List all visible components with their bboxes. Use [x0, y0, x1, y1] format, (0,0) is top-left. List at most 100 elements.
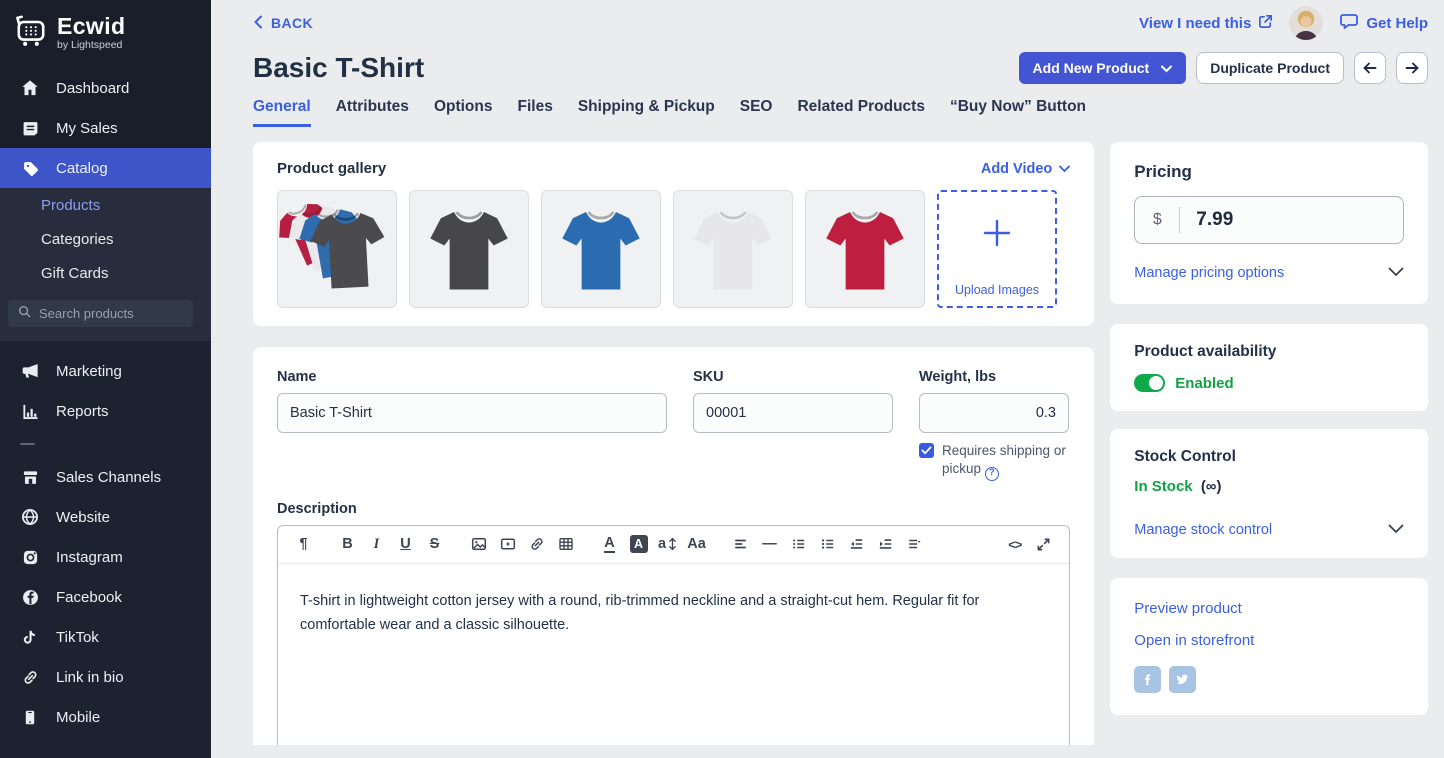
description-text[interactable]: T-shirt in lightweight cotton jersey wit…	[278, 564, 1069, 664]
sidebar-item-categories[interactable]: Categories	[0, 222, 211, 256]
sidebar-item-tiktok[interactable]: TikTok	[0, 617, 211, 657]
sidebar-item-products[interactable]: Products	[0, 188, 211, 222]
font-size-icon[interactable]: a	[654, 531, 681, 558]
insert-table-icon[interactable]	[552, 531, 579, 558]
line-spacing-icon[interactable]	[901, 531, 928, 558]
product-image-thumbnail[interactable]	[541, 190, 661, 308]
sidebar-item-link-in-bio[interactable]: Link in bio	[0, 657, 211, 697]
arrow-right-icon	[1404, 60, 1420, 76]
stock-title: Stock Control	[1134, 448, 1404, 466]
add-video-button[interactable]: Add Video	[981, 161, 1070, 177]
sidebar-item-instagram[interactable]: Instagram	[0, 537, 211, 577]
manage-pricing-options[interactable]: Manage pricing options	[1134, 264, 1404, 282]
get-help-link[interactable]: Get Help	[1339, 12, 1428, 35]
tab-seo[interactable]: SEO	[740, 98, 773, 127]
sku-input[interactable]	[693, 393, 893, 433]
ecwid-cart-icon	[14, 13, 48, 52]
bold-icon[interactable]: B	[334, 531, 361, 558]
requires-shipping-label: Requires shipping or pickup ?	[942, 442, 1069, 481]
highlight-color-icon[interactable]: A	[625, 531, 652, 558]
manage-stock-control[interactable]: Manage stock control	[1134, 521, 1404, 539]
sidebar-item-dashboard[interactable]: Dashboard	[0, 68, 211, 108]
chat-bubble-icon	[1339, 12, 1359, 35]
paragraph-icon[interactable]: ¶	[290, 531, 317, 558]
price-value: 7.99	[1180, 209, 1233, 231]
upload-images-dropzone[interactable]: Upload Images	[937, 190, 1057, 308]
description-label: Description	[277, 501, 1070, 517]
indent-icon[interactable]	[872, 531, 899, 558]
sku-label: SKU	[693, 369, 893, 385]
underline-icon[interactable]: U	[392, 531, 419, 558]
view-i-need-this-link[interactable]: View I need this	[1139, 14, 1273, 33]
font-color-icon[interactable]: A	[596, 531, 623, 558]
sidebar-item-sales-channels[interactable]: Sales Channels	[0, 457, 211, 497]
italic-icon[interactable]: I	[363, 531, 390, 558]
search-products-box[interactable]	[8, 300, 193, 327]
price-input[interactable]: $ 7.99	[1134, 196, 1404, 244]
sidebar-item-my-sales[interactable]: My Sales	[0, 108, 211, 148]
tab-general[interactable]: General	[253, 98, 311, 127]
tab-related-products[interactable]: Related Products	[797, 98, 924, 127]
text-style-icon[interactable]: Aa	[683, 531, 710, 558]
facebook-share-icon[interactable]	[1134, 666, 1161, 693]
twitter-share-icon[interactable]	[1169, 666, 1196, 693]
insert-video-icon[interactable]	[494, 531, 521, 558]
bullet-list-icon[interactable]	[785, 531, 812, 558]
tab-files[interactable]: Files	[518, 98, 553, 127]
brand-logo[interactable]: Ecwid by Lightspeed	[0, 0, 211, 68]
next-product-button[interactable]	[1396, 52, 1428, 84]
sidebar-item-website[interactable]: Website	[0, 497, 211, 537]
weight-input[interactable]	[919, 393, 1069, 433]
requires-shipping-checkbox[interactable]	[919, 443, 934, 458]
sidebar-divider	[20, 443, 35, 445]
code-view-icon[interactable]: <>	[1001, 531, 1028, 558]
globe-icon	[20, 508, 40, 526]
fullscreen-icon[interactable]	[1030, 531, 1057, 558]
megaphone-icon	[20, 362, 40, 380]
align-icon[interactable]	[727, 531, 754, 558]
tab-attributes[interactable]: Attributes	[336, 98, 409, 127]
page-header: Basic T-Shirt Add New Product Duplicate …	[253, 52, 1428, 84]
user-avatar[interactable]	[1289, 6, 1323, 40]
product-image-thumbnail[interactable]	[805, 190, 925, 308]
sidebar-item-facebook[interactable]: Facebook	[0, 577, 211, 617]
tab-options[interactable]: Options	[434, 98, 493, 127]
product-image-thumbnail[interactable]	[409, 190, 529, 308]
strikethrough-icon[interactable]: S	[421, 531, 448, 558]
home-icon	[20, 79, 40, 97]
chevron-down-icon	[1388, 264, 1404, 282]
product-name-input[interactable]	[277, 393, 667, 433]
tab-bar: General Attributes Options Files Shippin…	[253, 98, 1428, 127]
product-availability-card: Product availability Enabled	[1110, 324, 1428, 411]
sidebar-item-reports[interactable]: Reports	[0, 391, 211, 431]
add-new-product-button[interactable]: Add New Product	[1019, 52, 1187, 84]
horizontal-rule-icon[interactable]: —	[756, 531, 783, 558]
insert-link-icon[interactable]	[523, 531, 550, 558]
chevron-left-icon	[253, 15, 263, 32]
duplicate-product-button[interactable]: Duplicate Product	[1196, 52, 1344, 84]
plus-icon	[982, 218, 1012, 253]
arrow-left-icon	[1362, 60, 1378, 76]
availability-status: Enabled	[1175, 375, 1233, 392]
numbered-list-icon[interactable]	[814, 531, 841, 558]
main-content: BACK View I need this Get Help Basic T-S…	[211, 0, 1444, 758]
sidebar-item-mobile[interactable]: Mobile	[0, 697, 211, 737]
search-products-input[interactable]	[39, 306, 179, 321]
sidebar-item-marketing[interactable]: Marketing	[0, 351, 211, 391]
back-button[interactable]: BACK	[253, 15, 313, 32]
sidebar-item-gift-cards[interactable]: Gift Cards	[0, 256, 211, 290]
availability-toggle[interactable]	[1134, 374, 1165, 392]
tab-buy-now-button[interactable]: “Buy Now” Button	[950, 98, 1086, 127]
preview-product-link[interactable]: Preview product	[1134, 600, 1404, 617]
product-image-thumbnail[interactable]	[673, 190, 793, 308]
sidebar-item-catalog[interactable]: Catalog	[0, 148, 211, 188]
page-title: Basic T-Shirt	[253, 52, 424, 84]
tab-shipping-pickup[interactable]: Shipping & Pickup	[578, 98, 715, 127]
open-in-storefront-link[interactable]: Open in storefront	[1134, 632, 1404, 649]
insert-image-icon[interactable]	[465, 531, 492, 558]
outdent-icon[interactable]	[843, 531, 870, 558]
product-image-thumbnail[interactable]	[277, 190, 397, 308]
previous-product-button[interactable]	[1354, 52, 1386, 84]
help-icon[interactable]: ?	[985, 467, 999, 481]
pricing-title: Pricing	[1134, 162, 1404, 182]
